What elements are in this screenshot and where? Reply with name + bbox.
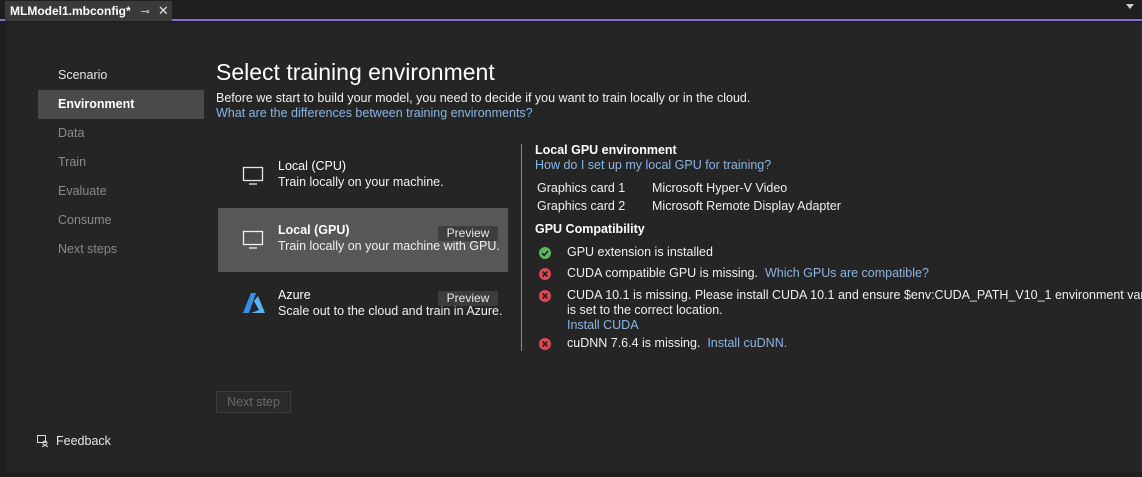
gpu-panel-heading: Local GPU environment xyxy=(535,143,677,157)
option-subtitle: Train locally on your machine with GPU. xyxy=(278,239,500,253)
monitor-icon xyxy=(242,230,264,249)
pin-icon[interactable]: ⊸ xyxy=(141,5,150,18)
nav-item-evaluate: Evaluate xyxy=(58,184,107,198)
install-cuda-link[interactable]: Install CUDA xyxy=(567,318,639,332)
azure-icon xyxy=(243,293,265,313)
nav-item-environment[interactable]: Environment xyxy=(38,90,204,119)
option-local-gpu[interactable]: Local (GPU) Train locally on your machin… xyxy=(218,208,508,272)
monitor-icon xyxy=(242,166,264,185)
graphics-card-key: Graphics card 2 xyxy=(537,199,626,213)
compat-check-text: GPU extension is installed xyxy=(567,245,713,259)
preview-badge: Preview xyxy=(438,291,498,306)
tab-title: MLModel1.mbconfig* xyxy=(10,4,131,18)
nav-item-consume: Consume xyxy=(58,213,112,227)
nav-item-data: Data xyxy=(58,126,85,140)
gpu-compatibility-heading: GPU Compatibility xyxy=(535,222,645,236)
feedback-link[interactable]: Feedback xyxy=(36,434,111,448)
compat-check-text: CUDA compatible GPU is missing. xyxy=(567,266,759,280)
document-tab-strip: MLModel1.mbconfig* ⊸ ✕ xyxy=(0,0,1142,21)
compat-check-text-cont: is set to the correct location. xyxy=(567,303,723,317)
gpu-setup-link[interactable]: How do I set up my local GPU for trainin… xyxy=(535,158,771,172)
option-azure[interactable]: Azure Scale out to the cloud and train i… xyxy=(218,273,508,337)
model-builder-page: Scenario Environment Data Train Evaluate… xyxy=(6,23,1142,472)
nav-item-train: Train xyxy=(58,155,87,169)
graphics-card-value: Microsoft Hyper-V Video xyxy=(652,181,788,195)
install-cudnn-link[interactable]: Install cuDNN. xyxy=(707,336,787,350)
error-icon xyxy=(539,268,551,280)
environment-differences-link[interactable]: What are the differences between trainin… xyxy=(216,106,533,120)
graphics-card-row: Graphics card 1 Microsoft Hyper-V Video xyxy=(537,181,787,195)
error-icon xyxy=(539,338,551,350)
compat-check-text: cuDNN 7.6.4 is missing. xyxy=(567,336,701,350)
option-title: Local (GPU) xyxy=(278,223,350,237)
page-description: Before we start to build your model, you… xyxy=(216,91,751,105)
option-subtitle: Scale out to the cloud and train in Azur… xyxy=(278,304,503,318)
document-tab[interactable]: MLModel1.mbconfig* ⊸ ✕ xyxy=(5,1,172,21)
status-strip xyxy=(0,472,1142,477)
chevron-down-icon[interactable] xyxy=(1126,4,1134,9)
nav-item-scenario[interactable]: Scenario xyxy=(38,61,204,90)
feedback-label: Feedback xyxy=(56,434,111,448)
option-title: Local (CPU) xyxy=(278,159,347,173)
compat-check-text: CUDA 10.1 is missing. Please install CUD… xyxy=(567,288,1142,302)
graphics-card-key: Graphics card 1 xyxy=(537,181,626,195)
option-subtitle: Train locally on your machine. xyxy=(278,175,444,189)
nav-item-next-steps: Next steps xyxy=(58,242,118,256)
preview-badge: Preview xyxy=(438,226,498,241)
feedback-icon xyxy=(37,435,49,448)
close-icon[interactable]: ✕ xyxy=(158,3,169,19)
option-title: Azure xyxy=(278,288,311,302)
compatible-gpus-link[interactable]: Which GPUs are compatible? xyxy=(765,266,929,280)
next-step-button[interactable]: Next step xyxy=(216,391,291,413)
page-title: Select training environment xyxy=(216,59,495,85)
panel-divider xyxy=(521,144,522,351)
check-success-icon xyxy=(539,247,551,259)
graphics-card-row: Graphics card 2 Microsoft Remote Display … xyxy=(537,199,841,213)
error-icon xyxy=(539,290,551,302)
step-navigation: Scenario Environment Data Train Evaluate… xyxy=(38,61,204,264)
option-local-cpu[interactable]: Local (CPU) Train locally on your machin… xyxy=(218,144,508,208)
graphics-card-value: Microsoft Remote Display Adapter xyxy=(652,199,841,213)
